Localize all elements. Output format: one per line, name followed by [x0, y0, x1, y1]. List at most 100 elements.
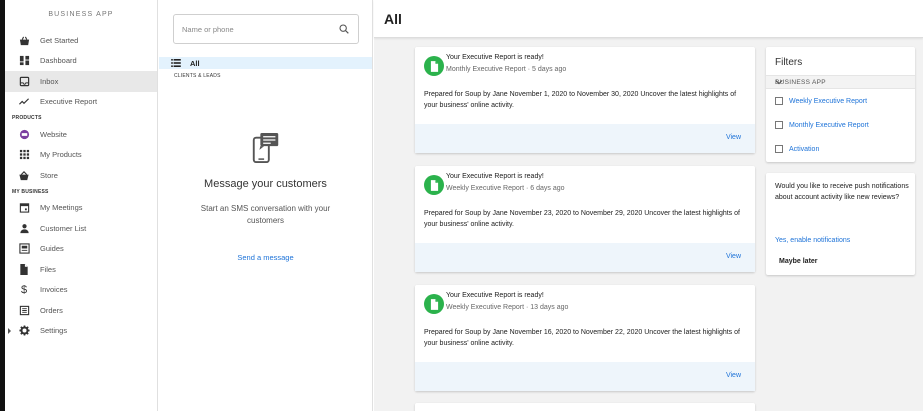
filter-all[interactable]: All	[159, 57, 372, 69]
sidebar-item-invoices[interactable]: $ Invoices	[5, 280, 157, 301]
sidebar-item-inbox[interactable]: Inbox	[5, 71, 157, 92]
card-body: Prepared for Soup by Jane November 16, 2…	[424, 329, 740, 347]
filters-title: Filters	[775, 57, 803, 68]
report-card: Your Executive Report is ready! Monthly …	[415, 47, 755, 153]
report-card: Your Executive Report is ready! Weekly E…	[415, 166, 755, 272]
checkbox[interactable]	[775, 97, 783, 105]
sidebar-item-customer-list[interactable]: Customer List	[5, 218, 157, 239]
sms-device-icon	[159, 132, 372, 164]
list-icon	[171, 59, 181, 67]
push-notification-prompt: Would you like to receive push notificat…	[766, 173, 915, 275]
sidebar-item-label: Dashboard	[40, 56, 77, 66]
card-footer: View	[415, 362, 755, 391]
sidebar-section-my-business: MY BUSINESS	[12, 188, 49, 195]
filter-monthly-executive-report[interactable]: Monthly Executive Report	[775, 121, 869, 129]
website-icon	[18, 128, 30, 140]
filter-option-label: Weekly Executive Report	[789, 97, 868, 105]
empty-state-title: Message your customers	[204, 178, 327, 190]
sidebar-item-label: Settings	[40, 326, 68, 336]
page-title: All	[384, 11, 402, 27]
filter-section-header[interactable]: BUSINESS APP	[766, 75, 915, 89]
card-subtitle: Weekly Executive Report · 6 days ago	[446, 185, 565, 192]
filter-weekly-executive-report[interactable]: Weekly Executive Report	[775, 97, 867, 105]
filter-option-label: Activation	[789, 145, 820, 153]
expand-caret-icon[interactable]	[8, 327, 11, 334]
filter-all-label: All	[190, 58, 200, 68]
view-button[interactable]: View	[726, 372, 741, 379]
main-content: All Your Executive Report is ready! Mont…	[374, 0, 923, 411]
report-avatar-icon	[424, 294, 444, 314]
sidebar-item-orders[interactable]: Orders	[5, 300, 157, 321]
sidebar-item-label: My Products	[40, 150, 82, 160]
card-title: Your Executive Report is ready!	[446, 292, 544, 299]
sidebar-item-settings[interactable]: Settings	[5, 321, 157, 342]
search-box	[173, 14, 359, 44]
inbox-icon	[18, 75, 30, 87]
checkbox[interactable]	[775, 145, 783, 153]
sidebar-item-files[interactable]: Files	[5, 259, 157, 280]
sidebar-item-label: Executive Report	[40, 97, 98, 107]
report-card-partial	[415, 403, 755, 411]
maybe-later-button[interactable]: Maybe later	[779, 258, 818, 265]
sidebar-item-label: Invoices	[40, 285, 68, 295]
report-card: Your Executive Report is ready! Weekly E…	[415, 285, 755, 391]
trending-icon	[18, 96, 30, 108]
card-subtitle: Monthly Executive Report · 5 days ago	[446, 66, 567, 73]
grid-icon	[18, 149, 30, 161]
filter-activation[interactable]: Activation	[775, 145, 819, 153]
clients-leads-heading: CLIENTS & LEADS	[174, 73, 221, 79]
sidebar-item-label: Orders	[40, 305, 63, 315]
sidebar-item-executive-report[interactable]: Executive Report	[5, 92, 157, 113]
guides-icon	[18, 243, 30, 255]
sidebar-item-label: Customer List	[40, 223, 87, 233]
checkbox[interactable]	[775, 121, 783, 129]
card-footer: View	[415, 243, 755, 272]
sidebar-item-guides[interactable]: Guides	[5, 239, 157, 260]
view-button[interactable]: View	[726, 134, 741, 141]
calendar-icon	[18, 202, 30, 214]
sidebar-item-my-products[interactable]: My Products	[5, 145, 157, 166]
sidebar: BUSINESS APP Get Started Dashboard Inbox…	[5, 0, 158, 411]
search-icon[interactable]	[339, 24, 349, 36]
chevron-down-icon[interactable]	[775, 79, 906, 87]
card-subtitle: Weekly Executive Report · 13 days ago	[446, 304, 569, 311]
push-prompt-text: Would you like to receive push notificat…	[775, 183, 909, 201]
search-input[interactable]	[174, 15, 324, 43]
card-body: Prepared for Soup by Jane November 23, 2…	[424, 210, 740, 228]
empty-state: Message your customers Start an SMS conv…	[159, 132, 372, 262]
dashboard-icon	[18, 55, 30, 67]
sidebar-item-label: Store	[40, 170, 58, 180]
report-avatar-icon	[424, 175, 444, 195]
sidebar-section-products: PRODUCTS	[12, 115, 42, 121]
sidebar-item-label: Guides	[40, 244, 64, 254]
gear-icon	[18, 325, 30, 337]
card-footer: View	[415, 124, 755, 153]
sidebar-app-title: BUSINESS APP	[48, 11, 114, 18]
sidebar-item-label: Website	[40, 129, 67, 139]
dollar-icon: $	[20, 283, 28, 296]
view-button[interactable]: View	[726, 253, 741, 260]
enable-notifications-link[interactable]: Yes, enable notifications	[775, 237, 850, 244]
send-message-link[interactable]: Send a message	[237, 253, 293, 262]
conversation-panel: All CLIENTS & LEADS Message your custome…	[159, 0, 373, 411]
sidebar-item-dashboard[interactable]: Dashboard	[5, 51, 157, 72]
sidebar-item-my-meetings[interactable]: My Meetings	[5, 198, 157, 219]
sidebar-item-label: Get Started	[40, 35, 79, 45]
sidebar-item-label: Inbox	[40, 76, 59, 86]
sidebar-item-get-started[interactable]: Get Started	[5, 30, 157, 51]
sidebar-item-store[interactable]: Store	[5, 165, 157, 186]
sidebar-item-label: Files	[40, 264, 56, 274]
empty-state-text: Start an SMS conversation with your cust…	[200, 204, 331, 225]
orders-icon	[18, 304, 30, 316]
filter-option-label: Monthly Executive Report	[789, 121, 869, 129]
file-icon	[18, 263, 30, 275]
shopping-bag-icon	[18, 34, 30, 46]
person-icon	[18, 222, 30, 234]
store-icon	[18, 169, 30, 181]
card-title: Your Executive Report is ready!	[446, 173, 544, 180]
sidebar-item-label: My Meetings	[40, 203, 83, 213]
card-title: Your Executive Report is ready!	[446, 54, 544, 61]
page-header: All	[374, 0, 923, 38]
sidebar-item-website[interactable]: Website	[5, 124, 157, 145]
filters-panel: Filters BUSINESS APP Weekly Executive Re…	[766, 47, 915, 162]
